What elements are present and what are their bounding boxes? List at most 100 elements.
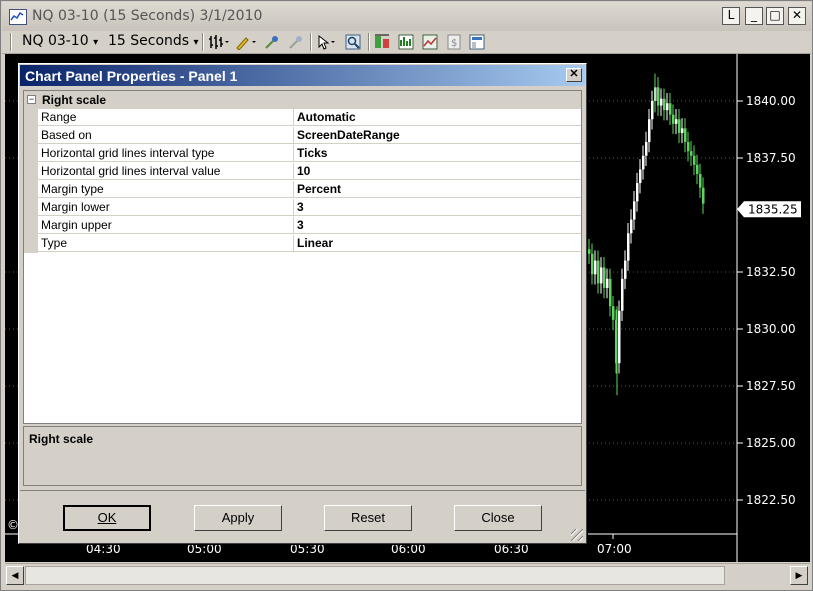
property-value[interactable]: Ticks <box>294 145 581 162</box>
candle-body <box>618 310 621 364</box>
indicators-icon[interactable] <box>398 34 414 50</box>
strategies-icon[interactable] <box>422 34 438 50</box>
candle-body <box>687 142 690 152</box>
instrument-label: NQ 03-10 <box>22 33 89 49</box>
candle-body <box>672 114 675 124</box>
chevron-down-icon: ▾ <box>193 37 199 48</box>
zoom-out-icon[interactable] <box>288 34 304 50</box>
property-name: Horizontal grid lines interval type <box>38 145 294 162</box>
cursor-tool-icon[interactable] <box>316 34 340 50</box>
price-label: 1822.50 <box>746 493 796 507</box>
time-label: 05:00 <box>187 542 222 556</box>
reset-button[interactable]: Reset <box>324 505 412 531</box>
row-gutter <box>24 145 38 163</box>
property-name: Margin lower <box>38 199 294 216</box>
minimize-button[interactable]: _ <box>745 7 763 25</box>
property-row-margin-upper[interactable]: Margin upper 3 <box>24 217 581 235</box>
toolbar-separator <box>10 33 12 51</box>
candle-body <box>606 278 609 288</box>
toolbar-separator <box>310 33 312 51</box>
maximize-button[interactable]: □ <box>766 7 784 25</box>
interval-selector[interactable]: 15 Seconds ▾ <box>108 33 199 49</box>
dialog-titlebar[interactable]: Chart Panel Properties - Panel 1 ✕ <box>20 65 585 86</box>
property-name: Margin upper <box>38 217 294 234</box>
magnifier-icon[interactable] <box>345 34 361 50</box>
dialog-close-button[interactable]: ✕ <box>566 68 582 82</box>
close-button[interactable]: Close <box>454 505 542 531</box>
candle-body <box>666 103 669 111</box>
scroll-left-button[interactable]: ◀ <box>6 566 24 585</box>
description-panel: Right scale <box>23 426 582 486</box>
candle-body <box>597 260 600 284</box>
price-label: 1827.50 <box>746 379 796 393</box>
interval-label: 15 Seconds <box>108 33 190 49</box>
property-row-margin-type[interactable]: Margin type Percent <box>24 181 581 199</box>
collapse-icon[interactable]: − <box>27 95 36 104</box>
toolbar-separator <box>202 33 204 51</box>
ok-button[interactable]: OK <box>63 505 151 531</box>
property-value[interactable]: Automatic <box>294 109 581 126</box>
chart-properties-icon[interactable] <box>469 34 485 50</box>
row-gutter <box>24 181 38 199</box>
property-value[interactable]: 10 <box>294 163 581 180</box>
window-title: NQ 03-10 (15 Seconds) 3/1/2010 <box>32 8 263 24</box>
candle-body <box>669 103 672 115</box>
candle-body <box>627 233 630 261</box>
property-value[interactable]: 3 <box>294 199 581 216</box>
resize-grip[interactable] <box>571 529 583 541</box>
property-name: Type <box>38 235 294 252</box>
property-value[interactable]: ScreenDateRange <box>294 127 581 144</box>
category-label: Right scale <box>42 93 107 107</box>
property-value[interactable]: Linear <box>294 235 581 252</box>
horizontal-scrollbar[interactable]: ◀ ▶ <box>5 563 810 588</box>
property-row-grid-interval-type[interactable]: Horizontal grid lines interval type Tick… <box>24 145 581 163</box>
properties-icon[interactable]: $ <box>446 34 462 50</box>
property-row-type[interactable]: Type Linear <box>24 235 581 253</box>
property-name: Horizontal grid lines interval value <box>38 163 294 180</box>
row-gutter <box>24 199 38 217</box>
property-value[interactable]: Percent <box>294 181 581 198</box>
candle-body <box>594 260 597 275</box>
candle-body <box>630 219 633 234</box>
property-value[interactable]: 3 <box>294 217 581 234</box>
current-price-label: 1835.25 <box>748 202 798 216</box>
drawing-tool-icon[interactable] <box>235 34 259 51</box>
candle-body <box>648 119 651 143</box>
candle-body <box>675 119 678 124</box>
chart-panel-properties-dialog: Chart Panel Properties - Panel 1 ✕ − Rig… <box>18 63 587 544</box>
candle-body <box>609 278 612 307</box>
link-button[interactable]: L <box>722 7 740 25</box>
property-grid: − Right scale Range Automatic Based on S… <box>23 90 582 424</box>
candle-body <box>624 260 627 279</box>
candle-body <box>663 98 666 111</box>
candle-body <box>657 87 660 106</box>
chevron-down-icon: ▾ <box>93 37 99 48</box>
scroll-right-button[interactable]: ▶ <box>790 566 808 585</box>
description-title: Right scale <box>29 432 94 446</box>
price-label: 1830.00 <box>746 322 796 336</box>
row-gutter <box>24 217 38 235</box>
instrument-selector[interactable]: NQ 03-10 ▾ <box>22 33 98 49</box>
scroll-thumb[interactable] <box>25 566 725 585</box>
property-row-grid-interval-value[interactable]: Horizontal grid lines interval value 10 <box>24 163 581 181</box>
data-box-icon[interactable] <box>374 34 390 50</box>
price-label: 1825.00 <box>746 436 796 450</box>
property-row-margin-lower[interactable]: Margin lower 3 <box>24 199 581 217</box>
category-row-right-scale[interactable]: − Right scale <box>24 91 581 109</box>
time-label: 04:30 <box>86 542 121 556</box>
row-gutter <box>24 163 38 181</box>
property-row-based-on[interactable]: Based on ScreenDateRange <box>24 127 581 145</box>
apply-button[interactable]: Apply <box>194 505 282 531</box>
window-titlebar[interactable]: NQ 03-10 (15 Seconds) 3/1/2010 L _ □ ✕ <box>2 2 811 32</box>
property-row-range[interactable]: Range Automatic <box>24 109 581 127</box>
ok-button-label: OK <box>97 510 117 525</box>
close-window-button[interactable]: ✕ <box>788 7 806 25</box>
chart-style-icon[interactable] <box>208 34 230 50</box>
zoom-in-icon[interactable] <box>264 34 280 50</box>
time-label: 06:00 <box>391 542 426 556</box>
dialog-button-bar: OK Apply Reset Close <box>20 490 585 543</box>
time-label: 06:30 <box>494 542 529 556</box>
candle-body <box>702 187 705 204</box>
candle-body <box>681 128 684 133</box>
candle-body <box>636 183 639 202</box>
